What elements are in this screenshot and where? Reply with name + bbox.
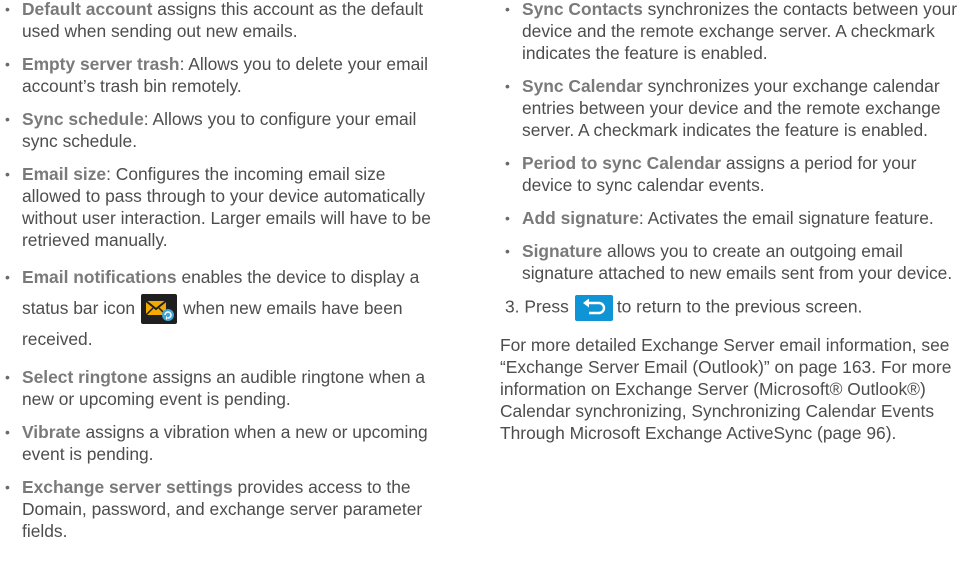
list-item: Sync schedule: Allows you to configure y…	[0, 108, 440, 152]
settings-list-left: Default account assigns this account as …	[0, 0, 440, 542]
step-3: 3. Press to return to the previous scree…	[500, 295, 962, 321]
step-number: 3.	[505, 296, 520, 317]
list-item: Signature allows you to create an outgoi…	[500, 240, 962, 284]
list-item: Period to sync Calendar assigns a period…	[500, 152, 962, 196]
step-before: Press	[524, 296, 569, 317]
list-item: Default account assigns this account as …	[0, 0, 440, 42]
list-item: Empty server trash: Allows you to delete…	[0, 53, 440, 97]
list-item: Sync Calendar synchronizes your exchange…	[500, 75, 962, 141]
list-item: Vibrate assigns a vibration when a new o…	[0, 421, 440, 465]
settings-list-right: Sync Contacts synchronizes the contacts …	[500, 0, 962, 284]
list-item: Email size: Configures the incoming emai…	[0, 163, 440, 251]
email-notification-icon	[141, 294, 178, 325]
back-key-icon	[574, 295, 613, 321]
list-item: Select ringtone assigns an audible ringt…	[0, 366, 440, 410]
left-column: Default account assigns this account as …	[0, 0, 440, 553]
right-column: Sync Contacts synchronizes the contacts …	[500, 0, 962, 444]
list-item: Sync Contacts synchronizes the contacts …	[500, 0, 962, 64]
list-item-email-notifications: Email notifications enables the device t…	[0, 262, 440, 355]
list-item: Add signature: Activates the email signa…	[500, 207, 962, 229]
more-info-paragraph: For more detailed Exchange Server email …	[500, 335, 952, 443]
step-after: to return to the previous screen.	[616, 296, 863, 317]
list-item: Exchange server settings provides access…	[0, 476, 440, 542]
